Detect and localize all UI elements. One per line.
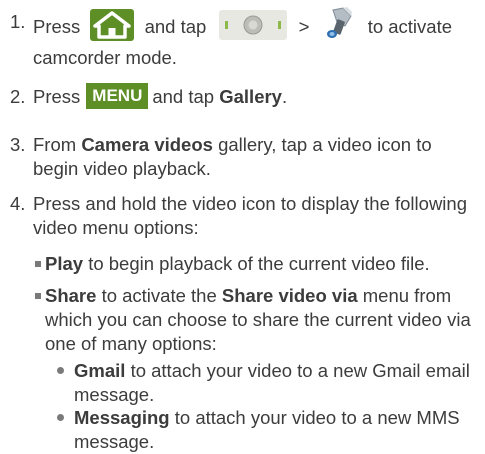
- step-number: 3.: [10, 134, 26, 155]
- step-1: 1. Press and tap > to activate camcorder…: [10, 7, 480, 68]
- gallery-label: Gallery: [219, 86, 282, 107]
- share-option-gmail: Gmail to attach your video to a new Gmai…: [57, 359, 477, 407]
- menu-key-icon: MENU: [86, 83, 149, 110]
- share-option-label: Messaging: [74, 407, 170, 428]
- step-and-tap-text: and tap: [152, 86, 215, 107]
- camera-mode-switch-icon: [219, 10, 288, 40]
- option-label: Share: [45, 285, 97, 306]
- step-and-tap-text: and tap: [144, 15, 207, 37]
- step-text: Press and tap > to activate camcorder mo…: [33, 7, 480, 70]
- option-text: Play to begin playback of the current vi…: [45, 252, 475, 276]
- option-description: to begin playback of the current video f…: [88, 253, 430, 274]
- step-rest-text-2: camcorder mode.: [33, 47, 177, 68]
- bullet-dot-icon: [57, 367, 64, 374]
- step-text: From Camera videos gallery, tap a video …: [33, 133, 480, 181]
- step-press-text: Press: [33, 86, 81, 107]
- share-option-text: Gmail to attach your video to a new Gmai…: [74, 359, 477, 407]
- step-4: 4. Press and hold the video icon to disp…: [10, 192, 480, 240]
- home-key-icon: [90, 9, 135, 41]
- option-mid-text: to activate the: [101, 285, 217, 306]
- step-rest-text: to activate: [367, 15, 453, 37]
- step-3: 3. From Camera videos gallery, tap a vid…: [10, 133, 480, 181]
- share-video-via-label: Share video via: [221, 285, 358, 306]
- camera-videos-label: Camera videos: [81, 134, 213, 155]
- option-label: Play: [45, 253, 84, 274]
- share-option-description: to attach your video to a new Gmail emai…: [74, 360, 470, 405]
- share-option-messaging: Messaging to attach your video to a new …: [57, 406, 477, 454]
- bullet-square-icon: [35, 261, 41, 267]
- step-number: 1.: [10, 11, 26, 32]
- option-share: Share to activate the Share video via me…: [35, 284, 475, 356]
- step-2: 2. Press MENU and tap Gallery.: [10, 83, 480, 113]
- step-text: Press and hold the video icon to display…: [33, 193, 467, 238]
- instruction-page: 1. Press and tap > to activate camcorder…: [0, 0, 485, 452]
- step-from-text: From: [33, 134, 77, 155]
- share-option-label: Gmail: [74, 360, 126, 381]
- step-number: 4.: [10, 193, 26, 214]
- step-number: 2.: [10, 86, 26, 107]
- share-option-text: Messaging to attach your video to a new …: [74, 406, 477, 454]
- step-press-text: Press: [33, 15, 81, 37]
- step-text: Press MENU and tap Gallery.: [33, 83, 480, 111]
- bullet-dot-icon: [57, 414, 64, 421]
- camcorder-icon: [321, 6, 357, 42]
- option-play: Play to begin playback of the current vi…: [35, 252, 475, 276]
- bullet-square-icon: [35, 293, 41, 299]
- option-text: Share to activate the Share video via me…: [45, 284, 475, 356]
- step-gt-text: >: [298, 15, 310, 37]
- step-end-text: .: [281, 86, 288, 107]
